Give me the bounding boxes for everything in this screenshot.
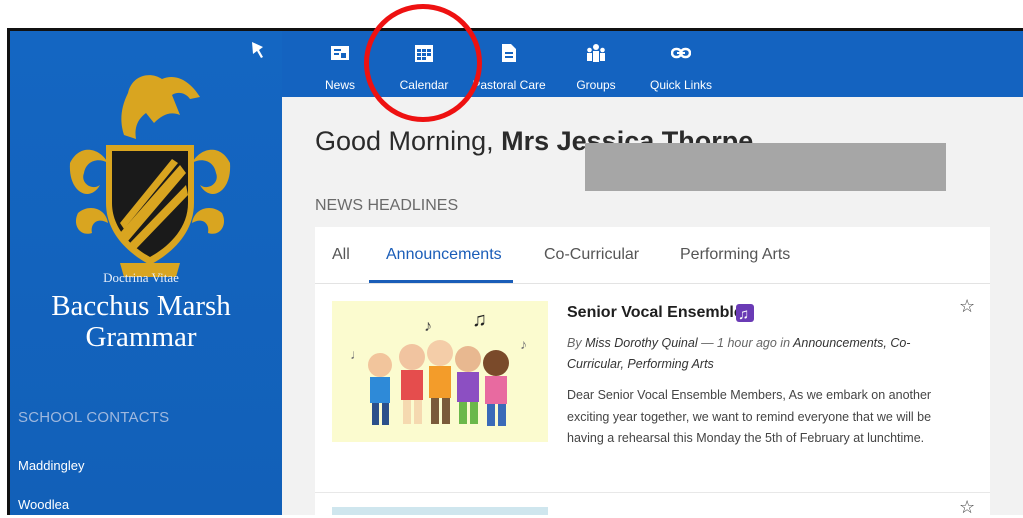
star-icon[interactable]: ☆ [959, 296, 975, 317]
link-icon [671, 47, 691, 59]
news-item-title[interactable]: Senior Vocal Ensemble [567, 304, 743, 322]
news-item-divider [315, 492, 990, 493]
svg-text:♪: ♪ [520, 336, 527, 352]
school-name: Bacchus Marsh Grammar [10, 291, 272, 353]
music-notes-icon: ♫ [736, 304, 754, 323]
nav-groups-label: Groups [576, 78, 616, 92]
nav-news-label: News [324, 78, 355, 92]
school-contacts-heading: SCHOOL CONTACTS [18, 409, 170, 426]
next-news-item-image[interactable] [332, 507, 548, 515]
tab-announcements[interactable]: Announcements [386, 246, 502, 264]
school-motto: Doctrina Vitae [103, 270, 179, 285]
svg-text:♫: ♫ [738, 306, 749, 323]
contact-item-woodlea[interactable]: Woodlea [18, 497, 69, 512]
svg-text:♫: ♫ [472, 309, 487, 331]
news-icon [331, 46, 349, 60]
news-card: All Announcements Co-Curricular Performi… [315, 227, 990, 517]
school-name-text: Bacchus Marsh Grammar [51, 290, 231, 353]
meta-by: By [567, 336, 586, 350]
document-icon [502, 44, 516, 62]
meta-time: — 1 hour ago in [697, 336, 794, 350]
svg-text:♪: ♪ [424, 318, 432, 335]
news-item-body: Dear Senior Vocal Ensemble Members, As w… [567, 388, 932, 445]
highlight-circle [364, 4, 482, 122]
sidebar: Doctrina Vitae Bacchus Marsh Grammar SCH… [10, 31, 282, 515]
news-tabs: All Announcements Co-Curricular Performi… [315, 227, 990, 284]
news-item-meta: By Miss Dorothy Quinal — 1 hour ago in A… [567, 333, 962, 375]
nav-quick-links[interactable]: Quick Links [644, 31, 718, 97]
active-tab-indicator [369, 280, 513, 283]
greeting-prefix: Good Morning, [315, 126, 502, 156]
tab-co-curricular[interactable]: Co-Curricular [544, 246, 639, 264]
svg-text:♩: ♩ [350, 346, 364, 362]
meta-author[interactable]: Miss Dorothy Quinal [585, 336, 698, 350]
news-item-image[interactable]: ♪ ♫ ♩ ♪ [332, 301, 548, 442]
tab-performing-arts[interactable]: Performing Arts [680, 246, 790, 264]
nav-quick-links-label: Quick Links [649, 78, 713, 92]
main-content: Good Morning, Mrs Jessica Thorpe NEWS HE… [282, 97, 1023, 517]
school-crest-logo [69, 75, 231, 277]
tab-all[interactable]: All [332, 246, 350, 264]
news-headlines-heading: NEWS HEADLINES [315, 197, 459, 214]
nav-groups[interactable]: Groups [568, 31, 624, 97]
groups-icon [587, 44, 605, 62]
contact-item-maddingley[interactable]: Maddingley [18, 458, 85, 473]
nav-news[interactable]: News [316, 31, 364, 97]
redaction-box [585, 143, 946, 191]
nav-pastoral-care-label: Pastoral Care [472, 78, 546, 92]
